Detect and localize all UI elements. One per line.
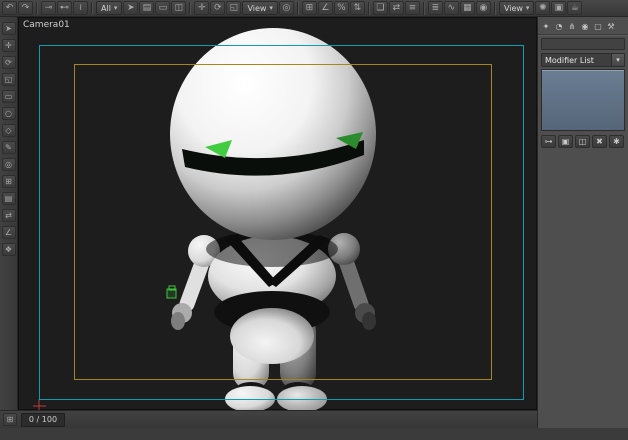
- viewport-layout-dropdown[interactable]: View ▾: [498, 1, 535, 15]
- angle-tool-icon[interactable]: ∠: [1, 226, 16, 239]
- poly-tool-icon[interactable]: ◇: [1, 124, 16, 137]
- viewport-label[interactable]: Camera01: [23, 20, 70, 30]
- toolbar-separator: [36, 1, 38, 15]
- window-crossing-icon[interactable]: ◫: [171, 1, 187, 15]
- align-icon[interactable]: ≡: [404, 1, 420, 15]
- status-bar-icons: ⊞: [3, 413, 17, 426]
- toolbar-separator: [367, 1, 370, 15]
- pin-stack-button[interactable]: ⊶: [541, 135, 556, 148]
- rotate-tool-icon[interactable]: ⟳: [1, 56, 16, 69]
- command-panel-tabs: ✦ ◔ ⋔ ◉ ▢ ⚒: [538, 17, 628, 35]
- display-tab[interactable]: ▢: [592, 20, 604, 33]
- toolbar-separator: [493, 1, 496, 15]
- time-tag-icon[interactable]: ⊞: [3, 413, 17, 426]
- target-tool-icon[interactable]: ◎: [1, 158, 16, 171]
- modify-tab[interactable]: ◔: [553, 20, 565, 33]
- robot-render: [33, 28, 376, 411]
- reference-coordinate-dropdown-label: View: [247, 3, 267, 13]
- named-selection-sets-icon[interactable]: ❏: [372, 1, 388, 15]
- use-pivot-center-icon[interactable]: ◎: [278, 1, 294, 15]
- select-by-name-icon[interactable]: ▤: [139, 1, 155, 15]
- rect-tool-icon[interactable]: ▭: [1, 90, 16, 103]
- undo-icon[interactable]: ↶: [2, 1, 17, 15]
- configure-modifier-sets-button[interactable]: ✱: [609, 135, 624, 148]
- motion-tab[interactable]: ◉: [579, 20, 591, 33]
- chevron-down-icon[interactable]: ▾: [611, 54, 624, 66]
- bind-to-spacewarp-icon[interactable]: ≀: [73, 1, 88, 15]
- toolbar-separator: [422, 1, 425, 15]
- robot-torso: [206, 231, 338, 364]
- chevron-down-icon: ▾: [525, 4, 530, 12]
- selection-filter-dropdown-label: All: [101, 3, 111, 13]
- angle-snap-icon[interactable]: ∠: [317, 1, 333, 15]
- object-name-field[interactable]: [541, 38, 625, 50]
- show-end-result-button[interactable]: ▣: [558, 135, 573, 148]
- mirror-icon[interactable]: ⇄: [388, 1, 404, 15]
- move-tool-icon[interactable]: ✛: [1, 39, 16, 52]
- command-panel-body: [538, 150, 628, 440]
- render-setup-icon[interactable]: ✺: [535, 1, 551, 15]
- layers-tool-icon[interactable]: ▤: [1, 192, 16, 205]
- hierarchy-tab[interactable]: ⋔: [566, 20, 578, 33]
- utilities-tab[interactable]: ⚒: [605, 20, 617, 33]
- selection-filter-dropdown[interactable]: All ▾: [96, 1, 123, 15]
- select-object-icon[interactable]: ➤: [123, 1, 139, 15]
- schematic-view-icon[interactable]: ▦: [459, 1, 475, 15]
- toolbar-separator: [189, 1, 192, 15]
- selection-gizmo[interactable]: [166, 285, 177, 299]
- redo-icon[interactable]: ↷: [18, 1, 33, 15]
- select-and-rotate-icon[interactable]: ⟳: [210, 1, 226, 15]
- viewport-layout-dropdown-label: View: [503, 3, 523, 13]
- modifier-list-label: Modifier List: [545, 55, 594, 65]
- select-and-scale-icon[interactable]: ◱: [226, 1, 242, 15]
- select-tool-icon[interactable]: ➤: [1, 22, 16, 35]
- main-toolbar: ↶ ↷ ⊸ ⊷ ≀ All ▾ ➤ ▤ ▭ ◫ ✛ ⟳ ◱ View ▾ ◎ ⊞ ∠% ⇅ ❏ ⇄ ≡ ≣ ∿ ▦ ◉ View ▾ ✺ ▣…: [0, 0, 628, 17]
- object-name-row: [538, 35, 628, 50]
- grid-tool-icon[interactable]: ⊞: [1, 175, 16, 188]
- toolbar-separator: [296, 1, 299, 15]
- modifier-stack-toolbar: ⊶ ▣ ◫ ✖ ✱: [538, 131, 628, 150]
- unlink-selection-icon[interactable]: ⊷: [57, 1, 72, 15]
- robot-head: [170, 28, 376, 240]
- material-editor-icon[interactable]: ◉: [475, 1, 491, 15]
- rendered-frame-window-icon[interactable]: ▣: [551, 1, 567, 15]
- make-unique-button[interactable]: ◫: [575, 135, 590, 148]
- status-bar: ⊞ 0 / 100: [0, 410, 537, 428]
- create-tab[interactable]: ✦: [540, 20, 552, 33]
- chevron-down-icon: ▾: [113, 4, 118, 12]
- modifier-list-dropdown[interactable]: Modifier List ▾: [541, 53, 625, 67]
- nav-tool-icon[interactable]: ❖: [1, 243, 16, 256]
- command-panel: ✦ ◔ ⋔ ◉ ▢ ⚒ Modifier List ▾ ⊶ ▣ ◫ ✖ ✱: [537, 17, 628, 428]
- select-region-icon[interactable]: ▭: [155, 1, 171, 15]
- scale-tool-icon[interactable]: ◱: [1, 73, 16, 86]
- reference-coordinate-dropdown[interactable]: View ▾: [242, 1, 278, 15]
- snap-toggle-icon[interactable]: ⊞: [301, 1, 317, 15]
- circle-tool-icon[interactable]: ○: [1, 107, 16, 120]
- modifier-stack-list[interactable]: [541, 69, 625, 131]
- select-and-move-icon[interactable]: ✛: [194, 1, 210, 15]
- render-production-icon[interactable]: ☕: [567, 1, 583, 15]
- left-toolbar: ➤ ✛ ⟳ ◱ ▭ ○ ◇ ✎ ◎ ⊞ ▤ ⇄ ∠ ❖: [0, 17, 18, 410]
- viewport-camera01[interactable]: Camera01: [18, 17, 537, 411]
- pen-tool-icon[interactable]: ✎: [1, 141, 16, 154]
- percent-snap-icon[interactable]: %: [333, 1, 349, 15]
- toolbar-separator: [91, 1, 93, 15]
- chevron-down-icon: ▾: [269, 4, 273, 12]
- spinner-snap-icon[interactable]: ⇅: [349, 1, 365, 15]
- layer-manager-icon[interactable]: ≣: [427, 1, 443, 15]
- curve-editor-icon[interactable]: ∿: [443, 1, 459, 15]
- remove-modifier-button[interactable]: ✖: [592, 135, 607, 148]
- frame-number-field[interactable]: 0 / 100: [21, 412, 65, 427]
- mirror-tool-icon[interactable]: ⇄: [1, 209, 16, 222]
- robot-model[interactable]: [170, 28, 376, 411]
- select-and-link-icon[interactable]: ⊸: [41, 1, 56, 15]
